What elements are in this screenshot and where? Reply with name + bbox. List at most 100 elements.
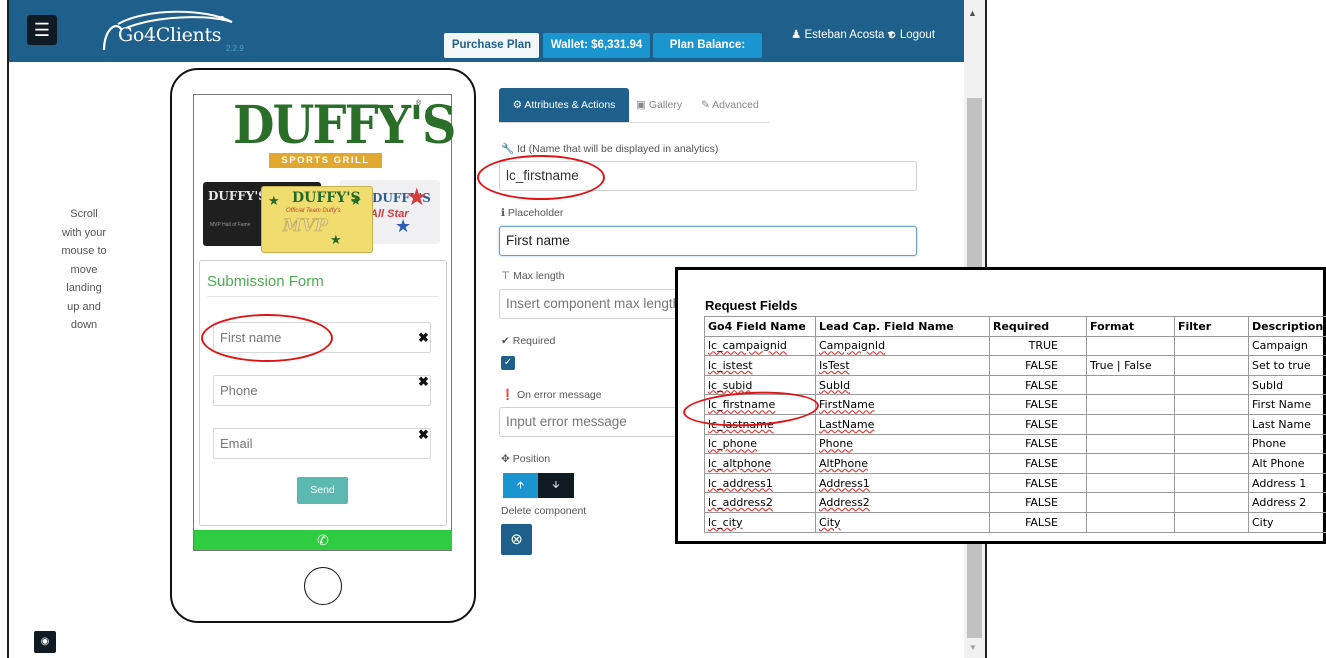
app-root: ☰ Go4Clients 2.2.9 Purchase Plan Wallet:…	[0, 0, 1326, 658]
scroll-up-arrow-icon[interactable]: ▲	[968, 8, 977, 18]
table-cell: lc_altphone	[704, 453, 816, 474]
table-cell: Alt Phone	[1248, 453, 1326, 474]
remove-field-icon[interactable]: ✖	[418, 330, 429, 346]
exclamation-circle-icon: ❗	[501, 389, 515, 401]
table-row: lc_address2 Address2 FALSE Address 2	[704, 492, 1326, 513]
table-cell-text: IsTest	[819, 358, 850, 372]
placeholder-input[interactable]: First name	[499, 226, 917, 256]
table-cell: Address 1	[1248, 472, 1326, 494]
image-icon: ▣	[636, 99, 646, 111]
table-cell	[1174, 394, 1249, 415]
table-cell-text: SubId	[819, 378, 851, 392]
table-cell	[1086, 492, 1175, 513]
form-divider	[207, 296, 439, 297]
logout-link[interactable]: ➲ Logout	[887, 27, 935, 41]
scroll-hint-line: move	[70, 263, 98, 276]
gift-card-allstar-text: All Star	[370, 208, 409, 220]
scroll-hint-line: with your	[61, 226, 107, 239]
settings-icon[interactable]: ◉	[34, 631, 56, 653]
hamburger-icon[interactable]: ☰	[27, 15, 57, 45]
table-cell	[1174, 472, 1249, 494]
table-cell	[1174, 413, 1249, 435]
wallet-badge[interactable]: Wallet: $6,331.94	[543, 33, 650, 58]
table-row: lc_campaignid CampaignId TRUE Campaign	[704, 335, 1326, 357]
logo-version: 2.2.9	[226, 44, 244, 53]
gift-card-mvp-subtitle: Official Team Duffy's	[286, 208, 341, 214]
table-cell: FALSE	[989, 394, 1087, 415]
table-cell: First Name	[1248, 394, 1326, 415]
move-up-button[interactable]: 🡩	[503, 473, 538, 498]
table-cell: Address 2	[1248, 492, 1326, 513]
table-cell-text: FirstName	[819, 398, 875, 412]
table-cell	[1086, 335, 1175, 357]
error-label: ❗ On error message	[501, 388, 602, 401]
tab-attributes-actions[interactable]: ⚙ Attributes & Actions	[499, 88, 629, 123]
table-cell-text: Address1	[819, 476, 870, 490]
table-cell-text: LastName	[819, 417, 875, 431]
pencil-icon: ✎	[701, 99, 710, 111]
table-cell-text: lc_address2	[708, 496, 773, 510]
table-cell-text: lc_istest	[708, 358, 753, 372]
max-length-label: ⊤ Max length	[501, 270, 564, 282]
table-row: lc_altphone AltPhone FALSE Alt Phone	[704, 453, 1326, 474]
table-cell: Campaign	[1248, 335, 1326, 357]
delete-label: Delete component	[501, 505, 587, 517]
logo-text: Go4Clients	[118, 24, 222, 46]
scroll-down-arrow-icon[interactable]: ▼	[969, 643, 977, 652]
star-icon: ★	[268, 193, 280, 208]
table-cell	[1174, 433, 1249, 455]
phone-field[interactable]: Phone	[213, 375, 431, 406]
brand-logo: DUFFY'S	[233, 95, 456, 156]
column-header: Lead Cap. Field Name	[815, 316, 990, 337]
required-checkbox[interactable]: ✓	[501, 356, 515, 370]
purchase-plan-button[interactable]: Purchase Plan	[444, 33, 539, 58]
annotation-ellipse	[477, 155, 605, 200]
column-header: Description	[1248, 316, 1326, 337]
table-cell: FALSE	[989, 472, 1087, 494]
column-header: Filter	[1174, 316, 1249, 337]
delete-component-button[interactable]: ⊗	[501, 524, 532, 555]
table-cell-text: CampaignId	[819, 339, 886, 353]
table-cell-text: lc_campaignid	[708, 339, 787, 353]
close-circle-icon: ⊗	[510, 531, 523, 548]
placeholder-label-text: Placeholder	[507, 207, 564, 219]
call-button[interactable]: ✆	[194, 530, 452, 550]
user-menu[interactable]: ♟ Esteban Acosta ▾	[791, 27, 893, 41]
table-cell	[1086, 453, 1175, 474]
tab-advanced[interactable]: ✎ Advanced	[701, 88, 759, 123]
placeholder-label: ℹ Placeholder	[501, 207, 563, 219]
table-cell: Phone	[815, 433, 990, 455]
tab-gallery[interactable]: ▣ Gallery	[636, 88, 682, 123]
table-cell: Address2	[815, 492, 990, 513]
gift-card-mvp-title: DUFFY'S	[292, 190, 361, 206]
table-cell-text: Phone	[819, 437, 854, 451]
column-header: Format	[1086, 316, 1175, 337]
window-edge-left	[7, 0, 9, 658]
error-label-text: On error message	[517, 389, 602, 401]
table-cell-text: lc_altphone	[708, 456, 772, 470]
email-field[interactable]: Email	[213, 428, 431, 459]
table-cell-text: lc_subid	[708, 378, 753, 392]
move-down-button[interactable]: 🡫	[538, 473, 574, 498]
gears-icon: ⚙	[512, 99, 523, 111]
form-title: Submission Form	[207, 273, 324, 290]
plan-balance-badge[interactable]: Plan Balance: $46.64	[653, 33, 762, 76]
table-cell: True | False	[1086, 355, 1175, 376]
table-cell: Last Name	[1248, 413, 1326, 435]
table-row: lc_address1 Address1 FALSE Address 1	[704, 472, 1326, 494]
table-cell: FALSE	[989, 453, 1087, 474]
send-button[interactable]: Send	[297, 477, 348, 504]
tabs-underline	[499, 122, 769, 123]
table-cell-text: City	[819, 515, 841, 529]
table-cell: lc_istest	[704, 355, 816, 376]
table-cell: SubId	[815, 374, 990, 396]
remove-field-icon[interactable]: ✖	[418, 427, 429, 443]
table-cell: TRUE	[989, 335, 1087, 357]
table-cell	[1174, 511, 1249, 533]
scroll-hint: Scroll with your mouse to move landing u…	[44, 205, 124, 335]
tab-label: Gallery	[648, 99, 683, 111]
table-cell: lc_city	[704, 511, 816, 533]
remove-field-icon[interactable]: ✖	[418, 374, 429, 390]
table-cell: SubId	[1248, 374, 1326, 396]
phone-home-button	[304, 567, 342, 605]
